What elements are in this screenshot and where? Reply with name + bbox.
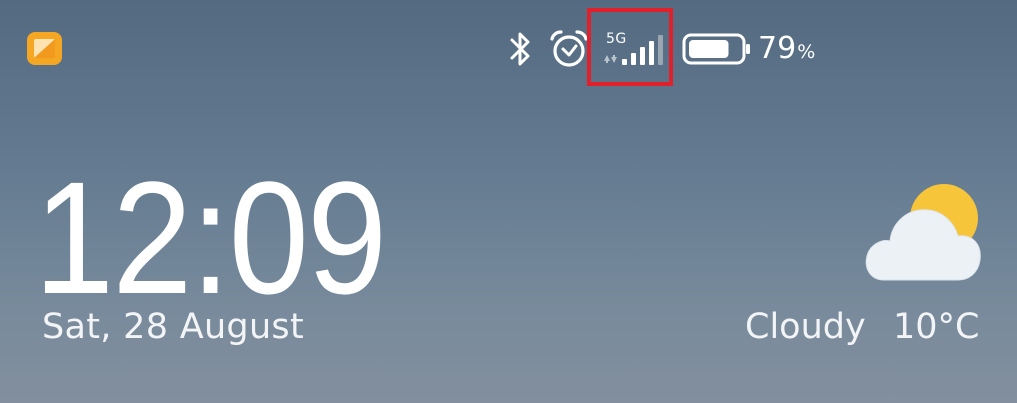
weather-condition[interactable]: Cloudy (745, 307, 866, 347)
clock-time: 12:09 (34, 148, 387, 327)
weather-temperature[interactable]: 10°C (893, 307, 979, 347)
partly-cloudy-icon[interactable] (862, 182, 986, 284)
lock-clock[interactable]: 12:09 (34, 158, 424, 318)
battery-level: 79 (758, 31, 797, 66)
battery-percentage: 79 % (758, 31, 815, 71)
highlight-box (587, 8, 673, 86)
battery-unit: % (797, 41, 816, 63)
alarm-icon (548, 29, 590, 69)
lock-date[interactable]: Sat, 28 August (42, 307, 304, 347)
bluetooth-icon (507, 30, 535, 68)
gallery-app-icon[interactable] (27, 32, 62, 65)
battery-icon (682, 33, 752, 65)
status-bar: 5G 79 % (0, 0, 1017, 100)
battery-fill (689, 40, 729, 58)
